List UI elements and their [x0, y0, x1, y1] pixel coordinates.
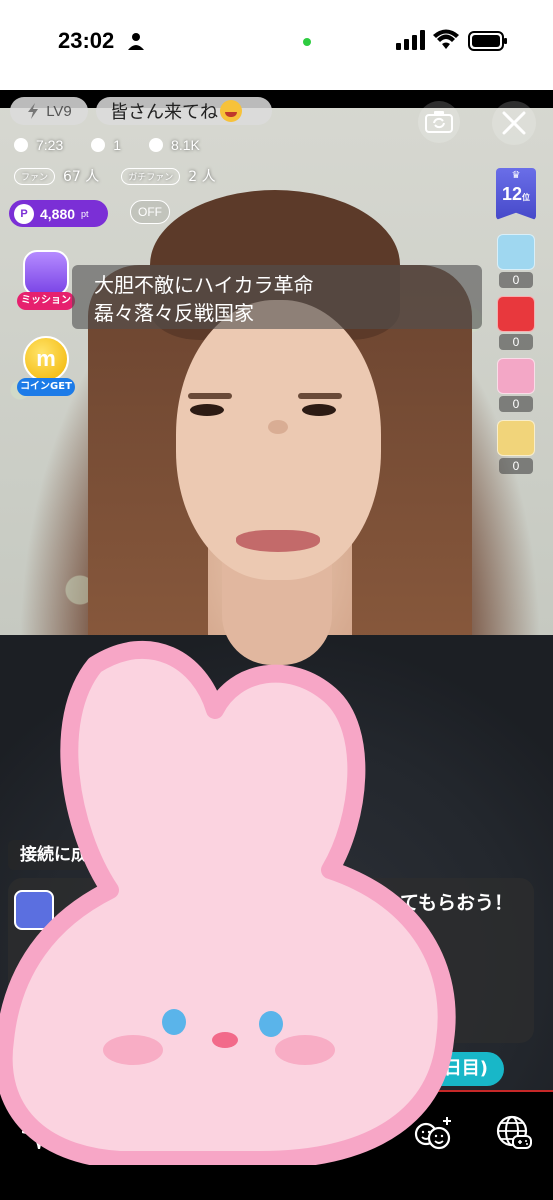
coin-icon: m: [23, 336, 69, 382]
lyrics-line-2: 磊々落々反戦国家: [94, 301, 254, 325]
gift-item[interactable]: 0: [497, 358, 535, 412]
car-gift-icon: [497, 234, 535, 270]
smiley-emoji-icon: [220, 100, 242, 122]
points-unit: pt: [81, 208, 89, 219]
lyrics-overlay: 大胆不敵にハイカラ革命 磊々落々反戦国家: [72, 265, 482, 329]
fan-count: 67 人: [63, 169, 100, 185]
lightning-icon: [28, 103, 39, 119]
cellular-signal-icon: [396, 30, 425, 50]
bunny-right-eye: [259, 1011, 283, 1037]
status-bar: 23:02: [0, 0, 553, 90]
bunny-nose: [212, 1032, 238, 1048]
level-label: LV9: [46, 102, 72, 120]
gachi-fan-tag: ガチファン: [121, 167, 181, 185]
fan-counts[interactable]: ファン 67 人 ガチファン 2 人: [14, 166, 216, 186]
gift-item[interactable]: 0: [497, 296, 535, 350]
rank-number: 12: [501, 184, 523, 204]
camera-in-use-indicator: [303, 38, 311, 46]
camera-rotate-icon: [425, 111, 453, 133]
gift-count: 0: [499, 334, 533, 350]
red-box-gift-icon: [497, 296, 535, 332]
level-badge[interactable]: LV9: [10, 97, 88, 125]
bunny-right-blush: [275, 1035, 335, 1065]
mission-label: ミッション: [17, 292, 75, 310]
coin-get-button[interactable]: m コインGET: [17, 336, 75, 398]
stream-stats: 7:23 1 8.1K: [14, 137, 200, 153]
stream-duration: 7:23: [36, 137, 64, 153]
points-icon: P: [14, 203, 34, 224]
gift-item[interactable]: 0: [497, 234, 535, 288]
animals-gift-icon: [497, 420, 535, 456]
wifi-icon: [433, 29, 459, 49]
gift-count: 0: [499, 272, 533, 288]
rank-suffix: 位: [522, 193, 531, 202]
gift-count: 0: [499, 458, 533, 474]
fan-tag: ファン: [14, 167, 56, 185]
battery-icon: [468, 31, 507, 51]
gift-item[interactable]: 0: [497, 420, 535, 474]
peach-gift-icon: [497, 358, 535, 394]
comment-icon: [91, 138, 106, 152]
switch-camera-button[interactable]: [418, 101, 460, 143]
points-value: 4,880: [40, 205, 76, 222]
view-count: 8.1K: [171, 137, 200, 153]
globe-game-icon[interactable]: [495, 1114, 533, 1152]
clipboard-icon: [23, 250, 69, 296]
timer-icon: [14, 138, 28, 152]
ranking-badge[interactable]: ♛ 12位: [496, 168, 536, 220]
bunny-sticker[interactable]: [0, 640, 460, 1165]
off-toggle-button[interactable]: OFF: [130, 200, 170, 224]
gift-count: 0: [499, 396, 533, 412]
viewer-icon: [149, 138, 164, 152]
points-badge[interactable]: P 4,880 pt: [9, 200, 108, 227]
clock: 23:02: [58, 28, 115, 53]
stream-title: 皆さん来てね: [96, 97, 272, 125]
gachi-fan-count: 2 人: [188, 169, 216, 185]
mission-button[interactable]: ミッション: [17, 250, 75, 312]
crown-icon: ♛: [511, 170, 521, 181]
lyrics-line-1: 大胆不敵にハイカラ革命: [94, 273, 314, 297]
close-icon: [502, 111, 526, 135]
coin-get-label: コインGET: [17, 378, 75, 396]
bunny-left-blush: [103, 1035, 163, 1065]
comment-count: 1: [113, 137, 122, 153]
person-icon: [128, 33, 144, 50]
bunny-left-eye: [162, 1009, 186, 1035]
close-button[interactable]: [492, 101, 536, 145]
